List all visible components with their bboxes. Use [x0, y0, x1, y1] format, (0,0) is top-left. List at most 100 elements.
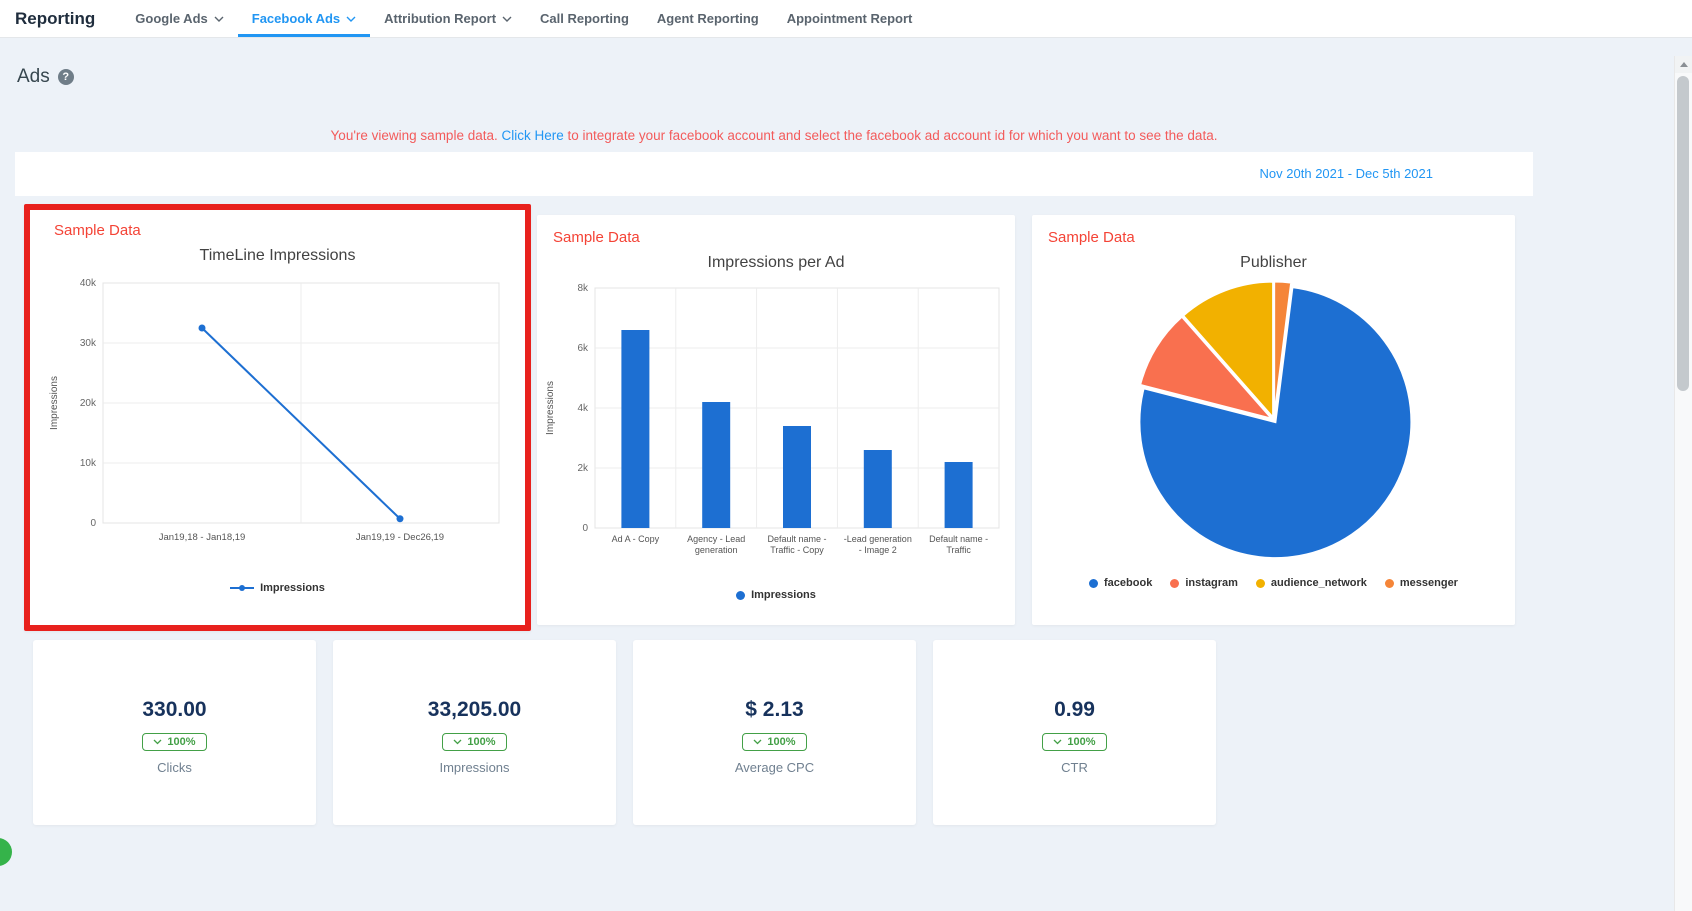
metric-card-impressions: 33,205.00 100% Impressions	[333, 640, 616, 825]
timeline-impressions-line-chart: 010k20k30k40kJan19,18 - Jan18,19Jan19,19…	[45, 269, 511, 569]
help-icon[interactable]: ?	[58, 69, 74, 85]
metric-label: Impressions	[333, 760, 616, 775]
pie-chart-legend: facebook instagram audience_network messeng…	[1036, 577, 1511, 589]
click-here-link[interactable]: Click Here	[502, 128, 564, 143]
legend-dot-icon	[1089, 579, 1098, 588]
legend-item-instagram[interactable]: instagram	[1170, 577, 1238, 589]
metric-value: 0.99	[933, 698, 1216, 722]
impressions-per-ad-bar-chart: 0 2k 4k 6k 8k Ad A - Copy Agency - Leadgenerat…	[543, 276, 1009, 576]
app-title: Reporting	[15, 9, 95, 29]
metric-label: Average CPC	[633, 760, 916, 775]
legend-dot-icon	[1256, 579, 1265, 588]
svg-text:Ad A - Copy: Ad A - Copy	[612, 534, 660, 544]
chat-widget-bubble[interactable]	[0, 838, 12, 866]
svg-text:0: 0	[90, 518, 96, 529]
change-badge: 100%	[142, 733, 206, 751]
svg-text:0: 0	[582, 523, 588, 534]
date-bar: Nov 20th 2021 - Dec 5th 2021	[15, 152, 1533, 196]
report-tabs: Google Ads Facebook Ads Attribution Repo…	[121, 0, 926, 37]
legend-item-impressions[interactable]: Impressions	[736, 589, 816, 601]
tab-label: Agent Reporting	[657, 11, 759, 26]
vertical-scrollbar	[1674, 56, 1692, 911]
chevron-down-icon	[502, 16, 512, 22]
tab-call-reporting[interactable]: Call Reporting	[526, 0, 643, 37]
chevron-down-icon	[753, 739, 762, 745]
metric-card-average-cpc: $ 2.13 100% Average CPC	[633, 640, 916, 825]
tab-google-ads[interactable]: Google Ads	[121, 0, 237, 37]
impressions-per-ad-card: Sample Data Impressions per Ad 02k4k6k8k…	[537, 215, 1015, 625]
chart-title: TimeLine Impressions	[42, 247, 513, 265]
notice-suffix: to integrate your facebook account and s…	[568, 128, 1218, 143]
svg-text:Default name -: Default name -	[767, 534, 826, 544]
svg-text:4k: 4k	[577, 403, 589, 414]
legend-label: facebook	[1104, 577, 1152, 589]
change-badge: 100%	[442, 733, 506, 751]
svg-text:Impressions: Impressions	[545, 381, 556, 435]
metric-value: $ 2.13	[633, 698, 916, 722]
legend-item-facebook[interactable]: facebook	[1089, 577, 1152, 589]
tab-label: Attribution Report	[384, 11, 496, 26]
legend-dot-icon	[1385, 579, 1394, 588]
sample-data-label: Sample Data	[553, 229, 1011, 246]
legend-label: instagram	[1185, 577, 1238, 589]
arrow-up-icon	[1680, 62, 1688, 67]
svg-text:Jan19,18 - Jan18,19: Jan19,18 - Jan18,19	[158, 532, 245, 543]
svg-text:- Image 2: - Image 2	[859, 545, 897, 555]
svg-text:generation: generation	[695, 545, 738, 555]
tab-facebook-ads[interactable]: Facebook Ads	[238, 0, 370, 37]
svg-text:6k: 6k	[577, 343, 589, 354]
metric-card-clicks: 330.00 100% Clicks	[33, 640, 316, 825]
tab-agent-reporting[interactable]: Agent Reporting	[643, 0, 773, 37]
sample-data-label: Sample Data	[54, 222, 513, 239]
metric-value: 33,205.00	[333, 698, 616, 722]
tab-label: Google Ads	[135, 11, 207, 26]
svg-text:Traffic - Copy: Traffic - Copy	[770, 545, 824, 555]
chevron-down-icon	[1053, 739, 1062, 745]
metric-label: Clicks	[33, 760, 316, 775]
page-title-text: Ads	[17, 66, 50, 88]
change-badge: 100%	[1042, 733, 1106, 751]
timeline-impressions-card: Sample Data TimeLine Impressions 0 10k 20k…	[24, 204, 531, 631]
svg-text:Agency - Lead: Agency - Lead	[687, 534, 745, 544]
legend-item-audience_network[interactable]: audience_network	[1256, 577, 1367, 589]
svg-text:10k: 10k	[79, 458, 96, 469]
scroll-up-button[interactable]	[1675, 56, 1692, 73]
metric-value: 330.00	[33, 698, 316, 722]
line-marker-icon	[230, 584, 254, 592]
publisher-card: Sample Data Publisher facebookinstagrama…	[1032, 215, 1515, 625]
line-chart-legend: Impressions	[42, 582, 513, 594]
chevron-down-icon	[153, 739, 162, 745]
publisher-pie-chart	[1129, 276, 1419, 564]
tab-label: Call Reporting	[540, 11, 629, 26]
tab-label: Appointment Report	[787, 11, 913, 26]
legend-item-messenger[interactable]: messenger	[1385, 577, 1458, 589]
metric-card-ctr: 0.99 100% CTR	[933, 640, 1216, 825]
legend-dot-icon	[736, 591, 745, 600]
date-range-picker[interactable]: Nov 20th 2021 - Dec 5th 2021	[1260, 152, 1433, 196]
top-nav: Reporting Google Ads Facebook Ads Attrib…	[0, 0, 1692, 38]
legend-item-impressions[interactable]: Impressions	[230, 582, 325, 594]
metric-label: CTR	[933, 760, 1216, 775]
notice-prefix: You're viewing sample data.	[331, 128, 498, 143]
change-value: 100%	[767, 736, 795, 748]
page-title: Ads ?	[17, 66, 74, 88]
reporting-dashboard: Reporting Google Ads Facebook Ads Attrib…	[0, 0, 1692, 911]
chevron-down-icon	[453, 739, 462, 745]
svg-text:Default name -: Default name -	[929, 534, 988, 544]
legend-label: audience_network	[1271, 577, 1367, 589]
svg-text:20k: 20k	[79, 398, 96, 409]
svg-text:40k: 40k	[79, 278, 96, 289]
bar-chart-legend: Impressions	[541, 589, 1011, 601]
svg-text:2k: 2k	[577, 463, 589, 474]
svg-text:Impressions: Impressions	[49, 376, 60, 430]
tab-appointment-report[interactable]: Appointment Report	[773, 0, 927, 37]
chevron-down-icon	[214, 16, 224, 22]
svg-text:Jan19,19 - Dec26,19: Jan19,19 - Dec26,19	[355, 532, 443, 543]
tab-attribution-report[interactable]: Attribution Report	[370, 0, 526, 37]
legend-dot-icon	[1170, 579, 1179, 588]
chart-title: Publisher	[1036, 254, 1511, 272]
svg-text:8k: 8k	[577, 283, 589, 294]
svg-text:Traffic: Traffic	[946, 545, 971, 555]
change-badge: 100%	[742, 733, 806, 751]
scrollbar-thumb[interactable]	[1677, 76, 1689, 391]
